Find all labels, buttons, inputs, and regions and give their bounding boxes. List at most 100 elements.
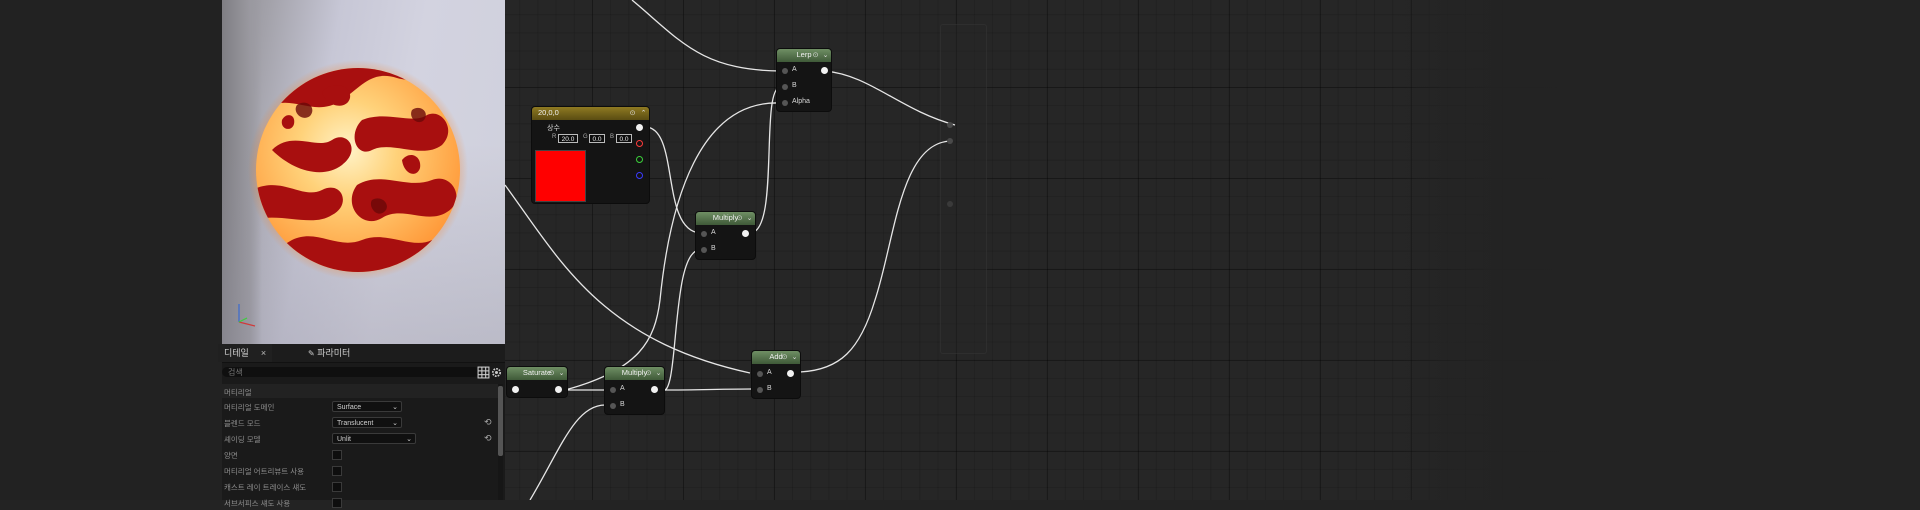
input-pin[interactable]: [757, 387, 763, 393]
output-pin[interactable]: [821, 67, 828, 74]
shading-model-dropdown[interactable]: Unlit ⌄: [332, 433, 416, 444]
multiply-node-bottom[interactable]: Multiply ⊙ ⌄ A B: [605, 367, 664, 414]
graph-fade-overlay: [1385, 0, 1920, 500]
preview-toggle-icon[interactable]: ⊙: [547, 369, 556, 378]
property-label: 셰이딩 모델: [224, 435, 261, 444]
pencil-icon: ✎: [308, 349, 315, 358]
details-search-row: [222, 364, 505, 382]
add-node-header[interactable]: Add ⊙ ⌄: [752, 351, 800, 364]
details-search-input[interactable]: [222, 367, 480, 377]
lerp-node-header[interactable]: Lerp ⊙ ⌄: [777, 49, 831, 62]
input-pin[interactable]: [782, 68, 788, 74]
saturate-node[interactable]: Saturate ⊙ ⌄: [507, 367, 567, 397]
multiply-node-header[interactable]: Multiply ⊙ ⌄: [605, 367, 664, 380]
g-label: G: [583, 134, 588, 140]
details-scrollbar-thumb[interactable]: [498, 386, 503, 456]
preview-toggle-icon[interactable]: ⊙: [644, 369, 653, 378]
property-label: 머티리얼 어트리뷰트 사용: [224, 467, 305, 476]
lerp-node[interactable]: Lerp ⊙ ⌄ A B Alpha: [777, 49, 831, 111]
chevron-down-icon: ⌄: [392, 404, 398, 411]
input-pin[interactable]: [701, 231, 707, 237]
input-pin[interactable]: [701, 247, 707, 253]
input-pin[interactable]: [512, 386, 519, 393]
property-row-blend-mode: 블렌드 모드 Translucent ⌄ ⟲: [222, 415, 498, 430]
multiply-node-top[interactable]: Multiply ⊙ ⌄ A B: [696, 212, 755, 259]
main-material-node-ghost[interactable]: [940, 24, 987, 354]
r-value-input[interactable]: 20.0: [558, 134, 578, 143]
chevron-down-icon[interactable]: ⌄: [821, 51, 830, 60]
pin-label: B: [711, 245, 716, 252]
material-domain-dropdown[interactable]: Surface ⌄: [332, 401, 402, 412]
g-value-input[interactable]: 0.0: [589, 134, 605, 143]
property-label: 머티리얼 도메인: [224, 403, 275, 412]
output-pin[interactable]: [742, 230, 749, 237]
tab-details-label: 디테일: [224, 348, 249, 358]
constant-vector-node[interactable]: 20,0,0 ⊙ ⌃ 상수 R 20.0 G 0.0 B 0.0: [532, 107, 649, 203]
pin-label: A: [711, 229, 716, 236]
details-tabbar: 디테일 × ✎ 파라미터: [218, 344, 505, 363]
gear-icon[interactable]: [490, 366, 503, 379]
output-pin-r[interactable]: [636, 140, 643, 147]
node-subtitle: 상수: [547, 125, 560, 132]
dropdown-value: Unlit: [337, 436, 352, 443]
material-preview-viewport[interactable]: [222, 0, 505, 344]
preview-toggle-icon[interactable]: ⊙: [735, 214, 744, 223]
b-value-input[interactable]: 0.0: [616, 134, 632, 143]
material-input-pin[interactable]: [947, 201, 953, 207]
multiply-node-header[interactable]: Multiply ⊙ ⌄: [696, 212, 755, 225]
saturate-node-header[interactable]: Saturate ⊙ ⌄: [507, 367, 567, 380]
output-pin-g[interactable]: [636, 156, 643, 163]
output-pin[interactable]: [651, 386, 658, 393]
input-pin[interactable]: [782, 84, 788, 90]
grid-view-icon[interactable]: [477, 366, 490, 379]
input-pin[interactable]: [782, 100, 788, 106]
preview-toggle-icon[interactable]: ⊙: [780, 353, 789, 362]
reset-icon[interactable]: ⟲: [484, 433, 492, 444]
reset-icon[interactable]: ⟲: [484, 417, 492, 428]
tab-details[interactable]: 디테일 ×: [218, 344, 273, 362]
output-pin[interactable]: [787, 370, 794, 377]
material-input-pin[interactable]: [947, 138, 953, 144]
blend-mode-dropdown[interactable]: Translucent ⌄: [332, 417, 402, 428]
output-pin[interactable]: [555, 386, 562, 393]
material-section-header[interactable]: 머티리얼: [222, 384, 498, 398]
preview-toggle-icon[interactable]: ⊙: [628, 109, 637, 118]
b-label: B: [610, 134, 615, 140]
input-pin[interactable]: [610, 387, 616, 393]
chevron-up-icon[interactable]: ⌃: [639, 109, 648, 118]
property-label: 캐스트 레이 트레이스 섀도: [224, 483, 307, 492]
chevron-down-icon[interactable]: ⌄: [557, 369, 566, 378]
property-row-subsurface-shadow: 서브서피스 섀도 사용: [222, 495, 498, 510]
chevron-down-icon[interactable]: ⌄: [654, 369, 663, 378]
input-pin[interactable]: [610, 403, 616, 409]
axis-gizmo-icon: [238, 304, 256, 327]
left-empty-area: [0, 0, 222, 500]
property-label: 블렌드 모드: [224, 419, 261, 428]
chevron-down-icon[interactable]: ⌄: [745, 214, 754, 223]
material-input-pin[interactable]: [947, 122, 953, 128]
property-label: 양면: [224, 451, 238, 460]
ray-traced-shadow-checkbox[interactable]: [332, 482, 342, 492]
property-row-ray-traced-shadow: 캐스트 레이 트레이스 섀도: [222, 479, 498, 494]
property-row-domain: 머티리얼 도메인 Surface ⌄: [222, 399, 498, 414]
property-row-material-attributes: 머티리얼 어트리뷰트 사용: [222, 463, 498, 478]
input-pin[interactable]: [757, 371, 763, 377]
tab-parameters[interactable]: ✎ 파라미터: [302, 344, 356, 362]
pin-label: A: [767, 369, 772, 376]
property-row-two-sided: 양면: [222, 447, 498, 462]
output-pin-rgb[interactable]: [636, 124, 643, 131]
material-attributes-checkbox[interactable]: [332, 466, 342, 476]
pin-label: A: [792, 66, 797, 73]
chevron-down-icon: ⌄: [406, 436, 412, 443]
two-sided-checkbox[interactable]: [332, 450, 342, 460]
close-icon[interactable]: ×: [261, 348, 266, 358]
output-pin-b[interactable]: [636, 172, 643, 179]
preview-toggle-icon[interactable]: ⊙: [811, 51, 820, 60]
vector-fields: R 20.0 G 0.0 B 0.0: [552, 134, 637, 144]
dropdown-value: Surface: [337, 404, 362, 411]
add-node[interactable]: Add ⊙ ⌄ A B: [752, 351, 800, 398]
color-preview-swatch: [535, 150, 586, 202]
chevron-down-icon[interactable]: ⌄: [790, 353, 799, 362]
dropdown-value: Translucent: [337, 420, 374, 427]
constant-node-header[interactable]: 20,0,0 ⊙ ⌃: [532, 107, 649, 120]
